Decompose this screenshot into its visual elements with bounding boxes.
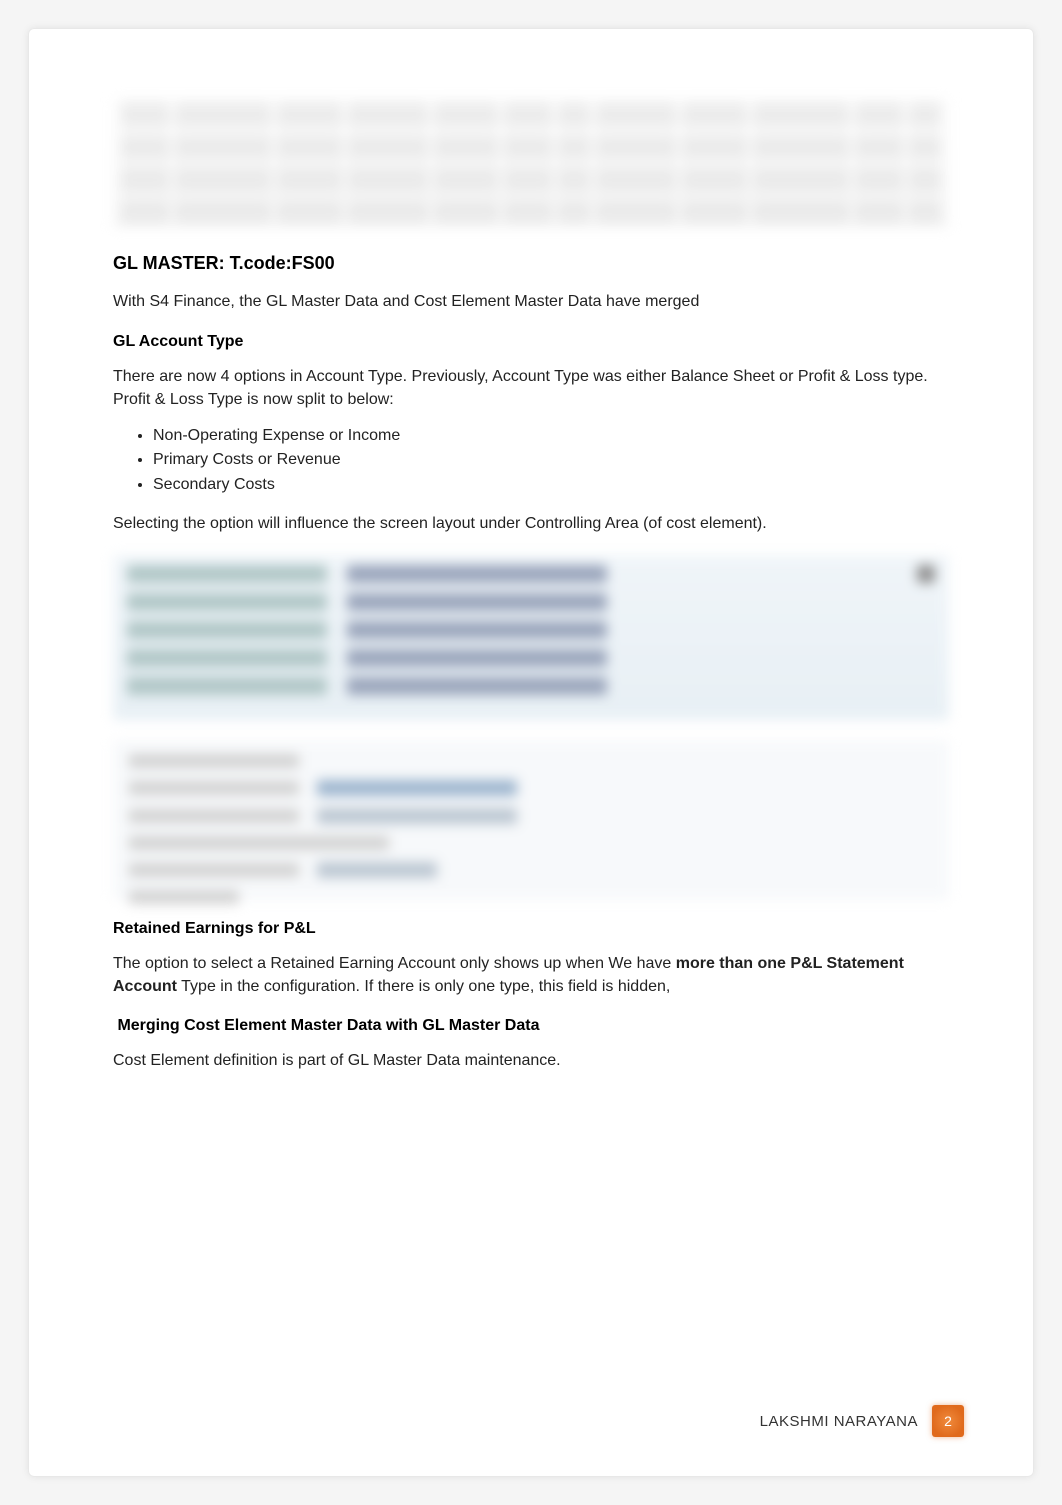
paragraph-merging: Cost Element definition is part of GL Ma… xyxy=(113,1049,949,1072)
paragraph-retained-earnings: The option to select a Retained Earning … xyxy=(113,952,949,998)
heading-retained-earnings: Retained Earnings for P&L xyxy=(113,920,949,938)
heading-gl-master: GL MASTER: T.code:FS00 xyxy=(113,253,949,274)
page-footer: LAKSHMI NARAYANA 2 xyxy=(760,1405,964,1437)
blurred-dropdown-image xyxy=(113,555,949,720)
list-item: Non-Operating Expense or Income xyxy=(153,424,949,449)
list-item: Primary Costs or Revenue xyxy=(153,448,949,473)
paragraph-selecting-option: Selecting the option will influence the … xyxy=(113,512,949,535)
page-number-badge: 2 xyxy=(932,1405,964,1437)
blurred-form-image xyxy=(113,740,949,900)
heading-merging: Merging Cost Element Master Data with GL… xyxy=(113,1017,949,1035)
blurred-table-image xyxy=(113,98,949,228)
heading-gl-account-type: GL Account Type xyxy=(113,333,949,351)
text: Type in the configuration. If there is o… xyxy=(177,978,670,995)
text: The option to select a Retained Earning … xyxy=(113,955,676,972)
paragraph-gl-master-intro: With S4 Finance, the GL Master Data and … xyxy=(113,290,949,313)
footer-author: LAKSHMI NARAYANA xyxy=(760,1413,918,1430)
account-type-bullet-list: Non-Operating Expense or Income Primary … xyxy=(153,424,949,498)
page-content: GL MASTER: T.code:FS00 With S4 Finance, … xyxy=(58,58,1004,1447)
page-frame: GL MASTER: T.code:FS00 With S4 Finance, … xyxy=(28,28,1034,1477)
paragraph-account-type-intro: There are now 4 options in Account Type.… xyxy=(113,365,949,411)
list-item: Secondary Costs xyxy=(153,473,949,498)
